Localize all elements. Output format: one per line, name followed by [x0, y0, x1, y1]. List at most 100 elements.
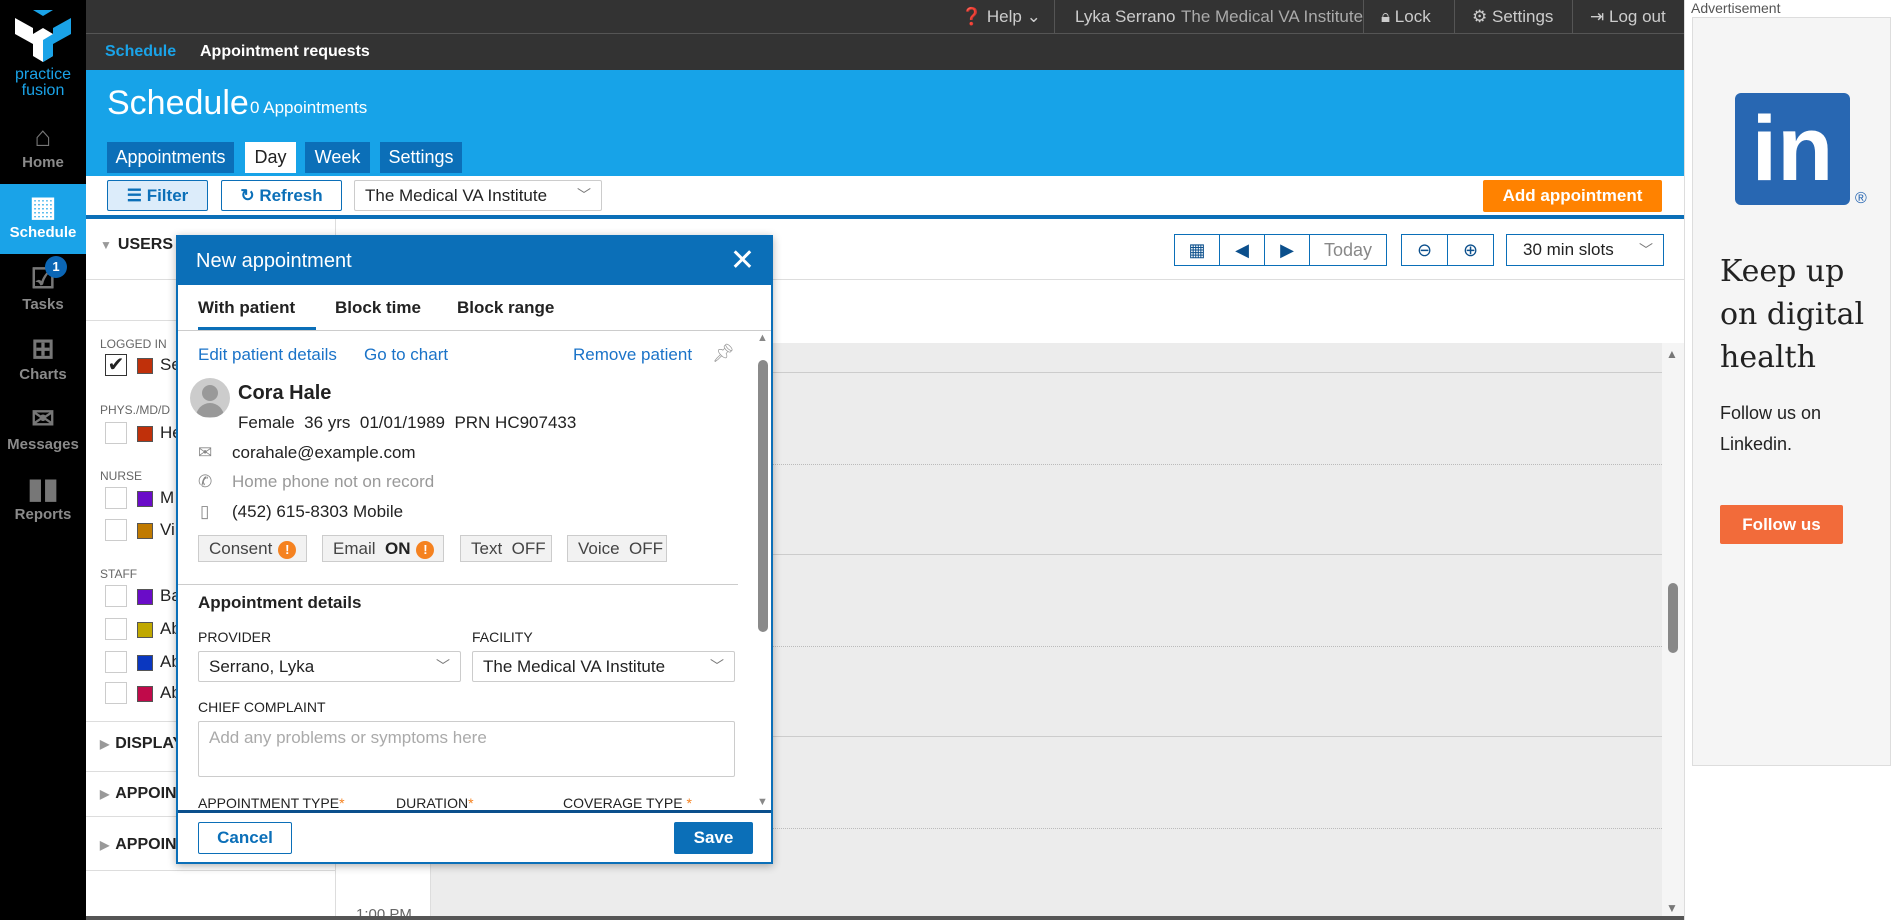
email-reminder-pill[interactable]: Email ON! — [322, 535, 444, 562]
checkbox[interactable] — [105, 618, 127, 640]
required-marker: * — [686, 795, 692, 811]
label-text: DURATION — [396, 795, 469, 811]
pill-state: OFF — [511, 539, 546, 558]
tab-week[interactable]: Week — [305, 142, 370, 173]
consent-pill[interactable]: Consent! — [198, 535, 307, 562]
tab-day[interactable]: Day — [245, 142, 296, 173]
previous-day-button[interactable]: ◀ — [1219, 234, 1265, 266]
nav-charts[interactable]: ⊞ Charts — [0, 332, 86, 402]
label-text: APPOINTMENT TYPE — [198, 795, 340, 811]
provider-select[interactable]: Serrano, Lyka ﹀ — [198, 651, 461, 682]
group-label: PHYS./MD/D — [100, 403, 171, 417]
checkbox[interactable] — [105, 651, 127, 673]
caret-right-icon: ▶ — [100, 787, 110, 801]
sliders-icon: ☰ — [126, 186, 142, 205]
checkbox[interactable] — [105, 487, 127, 509]
tab-block-time[interactable]: Block time — [335, 285, 421, 330]
display-section-toggle[interactable]: ▶ DISPLAY — [100, 735, 183, 753]
zoom-in-button[interactable]: ⊕ — [1447, 234, 1494, 266]
scroll-thumb[interactable] — [758, 360, 768, 632]
facility-select[interactable]: The Medical VA Institute ﹀ — [472, 651, 735, 682]
divider — [178, 330, 771, 331]
user-name[interactable]: Lyka Serrano — [1075, 0, 1175, 34]
tab-with-patient[interactable]: With patient — [198, 285, 316, 330]
nav-messages[interactable]: ✉ Messages — [0, 402, 86, 472]
follow-us-button[interactable]: Follow us — [1720, 505, 1843, 544]
caret-right-icon: ▶ — [1280, 240, 1294, 260]
nav-label: Home — [22, 154, 64, 171]
warning-icon: ! — [278, 540, 297, 559]
refresh-button[interactable]: ↻ Refresh — [221, 180, 342, 211]
nav-schedule[interactable]: ▦ Schedule — [0, 184, 86, 254]
subnav-schedule[interactable]: Schedule — [105, 34, 176, 70]
logo-icon — [15, 10, 71, 62]
scroll-thumb[interactable] — [1668, 583, 1678, 653]
zoom-out-button[interactable]: ⊖ — [1401, 234, 1448, 266]
save-button[interactable]: Save — [674, 822, 753, 854]
tab-block-range[interactable]: Block range — [457, 285, 554, 330]
logout-button[interactable]: ⇥ Log out — [1590, 0, 1666, 34]
help-menu[interactable]: ❓ Help ⌄ — [961, 0, 1041, 34]
dialog-scrollbar[interactable]: ▲ ▼ — [755, 332, 771, 810]
caret-down-icon: ▼ — [100, 238, 112, 252]
close-icon[interactable]: ✕ — [730, 237, 755, 285]
checkbox[interactable] — [105, 682, 127, 704]
date-picker-button[interactable]: ▦ — [1174, 234, 1220, 266]
top-bar: ❓ Help ⌄ Lyka Serrano The Medical VA Ins… — [86, 0, 1684, 34]
cancel-button[interactable]: Cancel — [198, 822, 292, 854]
facility-value: The Medical VA Institute — [365, 186, 548, 205]
settings-button[interactable]: ⚙ Settings — [1472, 0, 1553, 34]
group-label: STAFF — [100, 567, 138, 581]
add-appointment-button[interactable]: Add appointment — [1483, 180, 1662, 212]
scroll-up-icon[interactable]: ▲ — [757, 332, 768, 344]
calendar-scrollbar[interactable]: ▲ ▼ — [1662, 343, 1684, 920]
nav-reports[interactable]: ▮▮ Reports — [0, 472, 86, 542]
nav-tasks[interactable]: ☑ 1 Tasks — [0, 256, 86, 332]
nav-home[interactable]: ⌂ Home — [0, 120, 86, 190]
edit-patient-details-link[interactable]: Edit patient details — [198, 345, 337, 365]
lock-button[interactable]: 🔒︎ Lock — [1381, 0, 1431, 34]
go-to-chart-link[interactable]: Go to chart — [364, 345, 448, 365]
pill-state: OFF — [629, 539, 664, 558]
today-button[interactable]: Today — [1309, 234, 1387, 266]
caret-left-icon: ◀ — [1235, 240, 1249, 260]
scroll-up-icon[interactable]: ▲ — [1666, 347, 1678, 361]
appointments-section-toggle-2[interactable]: ▶ APPOIN — [100, 836, 177, 854]
subnav-appointment-requests[interactable]: Appointment requests — [200, 34, 370, 70]
logout-icon: ⇥ — [1590, 7, 1605, 26]
mobile-icon: ▯ — [200, 502, 210, 521]
checkbox[interactable] — [105, 585, 127, 607]
tasks-icon: ☑ — [30, 263, 56, 294]
checkbox[interactable]: ✔ — [105, 354, 127, 376]
checkbox[interactable] — [105, 422, 127, 444]
envelope-icon: ✉ — [31, 403, 55, 434]
logo-text-2: fusion — [21, 82, 65, 99]
appointment-type-label: APPOINTMENT TYPE* — [198, 795, 345, 811]
pin-icon[interactable]: 📌︎ — [712, 343, 735, 364]
user-name: Vi — [160, 520, 175, 539]
text-reminder-pill[interactable]: Text OFF — [460, 535, 552, 562]
patient-age: 36 yrs — [304, 413, 351, 432]
color-swatch — [137, 358, 153, 374]
voice-reminder-pill[interactable]: Voice OFF — [567, 535, 667, 562]
tasks-badge: 1 — [45, 256, 67, 278]
tab-settings[interactable]: Settings — [380, 142, 462, 173]
checkbox[interactable] — [105, 519, 127, 541]
envelope-icon: ✉ — [198, 443, 213, 462]
chief-complaint-input[interactable]: Add any problems or symptoms here — [198, 721, 735, 777]
scroll-down-icon[interactable]: ▼ — [1666, 901, 1678, 915]
linkedin-ad[interactable]: in ® Keep up on digital health Follow us… — [1692, 17, 1891, 766]
scroll-down-icon[interactable]: ▼ — [757, 796, 768, 808]
slot-size-select[interactable]: 30 min slots ﹀ — [1506, 234, 1664, 266]
remove-patient-link[interactable]: Remove patient — [573, 345, 692, 365]
appointments-section-toggle[interactable]: ▶ APPOIN — [100, 785, 177, 803]
next-day-button[interactable]: ▶ — [1264, 234, 1310, 266]
practice-fusion-logo[interactable]: practice fusion — [8, 10, 78, 100]
chief-complaint-label: CHIEF COMPLAINT — [198, 699, 326, 715]
tab-appointments[interactable]: Appointments — [107, 142, 234, 173]
filter-button[interactable]: ☰ Filter — [107, 180, 208, 211]
facility-select[interactable]: The Medical VA Institute ﹀ — [354, 180, 602, 211]
calendar-icon: ▦ — [29, 191, 57, 222]
divider — [1572, 0, 1573, 34]
users-section-toggle[interactable]: ▼ USERS — [100, 236, 173, 254]
